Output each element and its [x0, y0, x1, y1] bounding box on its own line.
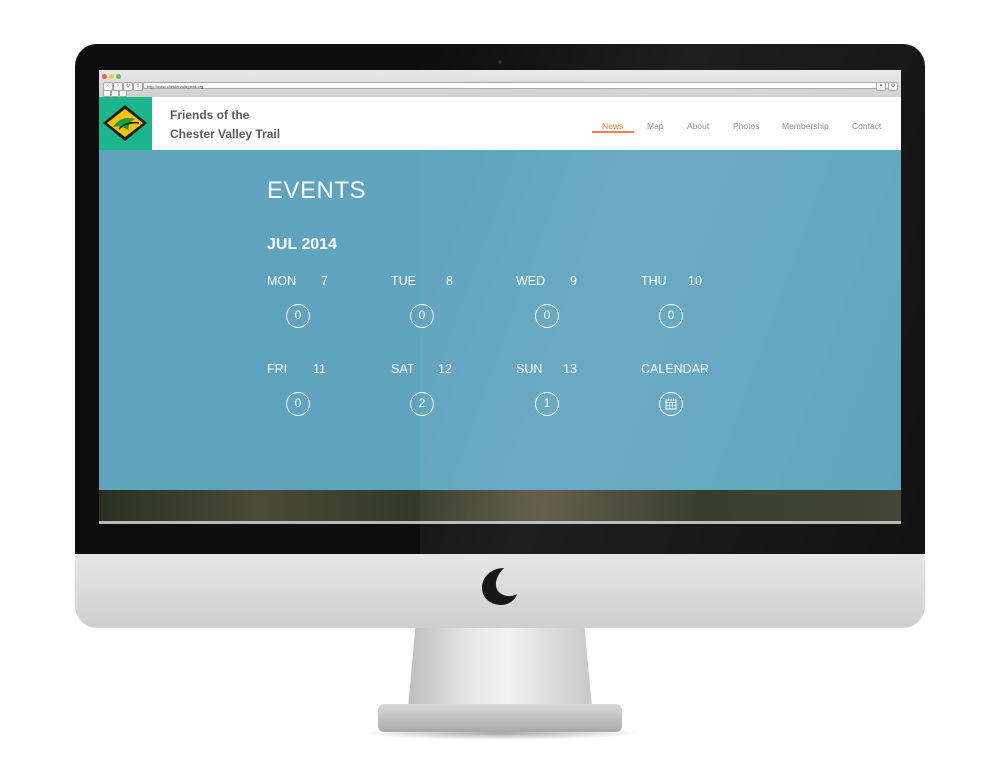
nav-membership[interactable]: Membership	[782, 121, 829, 131]
event-count-sun[interactable]: 1	[535, 392, 559, 416]
address-bar[interactable]: http://www.chestervalleytrail.org	[143, 82, 889, 89]
monitor-stand-neck	[408, 628, 592, 708]
trail-logo-icon	[103, 105, 147, 141]
bookmarks-icon[interactable]	[103, 90, 111, 97]
nav-active-underline	[592, 131, 634, 133]
day-date-fri: 11	[313, 362, 326, 376]
site-title-line1: Friends of the	[170, 108, 250, 122]
browser-toolbar: ‹ › ↻ ⇪ http://www.chestervalleytrail.or…	[99, 70, 901, 97]
monitor-stand-base	[378, 704, 622, 732]
day-date-wed: 9	[570, 274, 577, 288]
screen: ‹ › ↻ ⇪ http://www.chestervalleytrail.or…	[99, 70, 901, 524]
day-date-mon: 7	[321, 274, 328, 288]
site-logo[interactable]	[99, 97, 152, 150]
calendar-icon	[665, 398, 677, 410]
event-count-mon[interactable]: 0	[286, 304, 310, 328]
apple-logo-icon	[482, 568, 517, 605]
calendar-label[interactable]: CALENDAR	[641, 362, 709, 376]
day-label-sun: SUN	[516, 362, 543, 376]
site-title[interactable]: Friends of the Chester Valley Trail	[170, 106, 280, 144]
minimize-window-icon[interactable]	[109, 74, 114, 79]
event-count-thu[interactable]: 0	[659, 304, 683, 328]
close-window-icon[interactable]	[102, 74, 107, 79]
day-label-fri: FRI	[267, 362, 288, 376]
day-date-sun: 13	[563, 362, 577, 376]
event-count-wed[interactable]: 0	[535, 304, 559, 328]
camera-icon	[498, 60, 502, 64]
day-date-thu: 10	[688, 274, 702, 288]
top-sites-icon[interactable]	[111, 90, 119, 97]
day-label-mon: MON	[267, 274, 297, 288]
nav-about[interactable]: About	[687, 121, 709, 131]
event-count-fri[interactable]: 0	[286, 392, 310, 416]
events-month: JUL 2014	[267, 236, 337, 253]
day-date-sat: 12	[438, 362, 452, 376]
nav-contact[interactable]: Contact	[852, 121, 881, 131]
hero-photo	[99, 490, 901, 521]
share-icon[interactable]: ⇪	[133, 82, 143, 91]
events-heading: EVENTS	[267, 177, 367, 204]
day-label-sat: SAT	[391, 362, 415, 376]
screen-bottom-edge	[99, 521, 901, 524]
day-label-thu: THU	[641, 274, 667, 288]
day-label-wed: WED	[516, 274, 546, 288]
nav-photos[interactable]: Photos	[733, 121, 759, 131]
event-count-tue[interactable]: 0	[410, 304, 434, 328]
nav-news[interactable]: News	[602, 121, 623, 131]
site-header: Friends of the Chester Valley Trail News…	[99, 97, 901, 150]
reading-list-icon[interactable]	[119, 90, 127, 97]
site-title-line2: Chester Valley Trail	[170, 127, 281, 141]
calendar-button[interactable]	[659, 392, 683, 416]
zoom-window-icon[interactable]	[116, 74, 121, 79]
day-label-tue: TUE	[391, 274, 416, 288]
day-date-tue: 8	[446, 274, 453, 288]
nav-map[interactable]: Map	[647, 121, 664, 131]
reader-icon[interactable]: ▾	[876, 82, 886, 91]
settings-gear-icon[interactable]: ⚙	[888, 82, 898, 91]
event-count-sat[interactable]: 2	[410, 392, 434, 416]
